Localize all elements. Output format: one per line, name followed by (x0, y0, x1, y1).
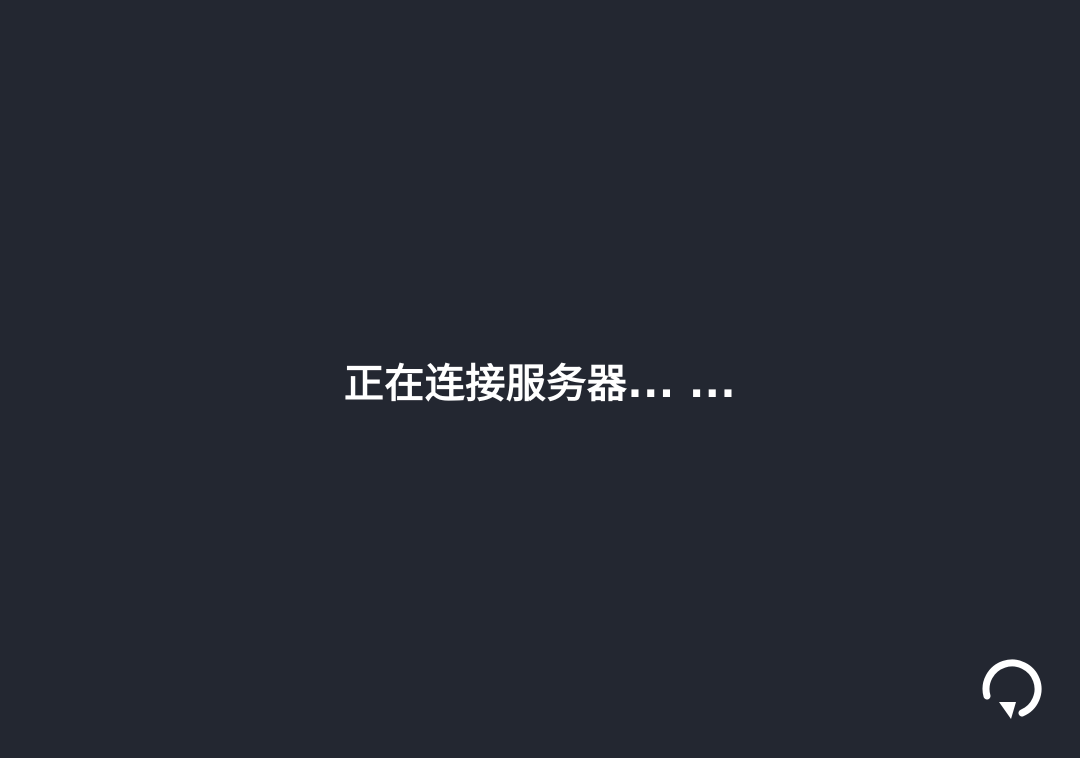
connecting-status-text: 正在连接服务器... ... (343, 361, 737, 407)
connecting-screen: 正在连接服务器... ... (0, 0, 1080, 758)
refresh-icon (982, 659, 1042, 719)
refresh-button[interactable] (970, 650, 1050, 730)
